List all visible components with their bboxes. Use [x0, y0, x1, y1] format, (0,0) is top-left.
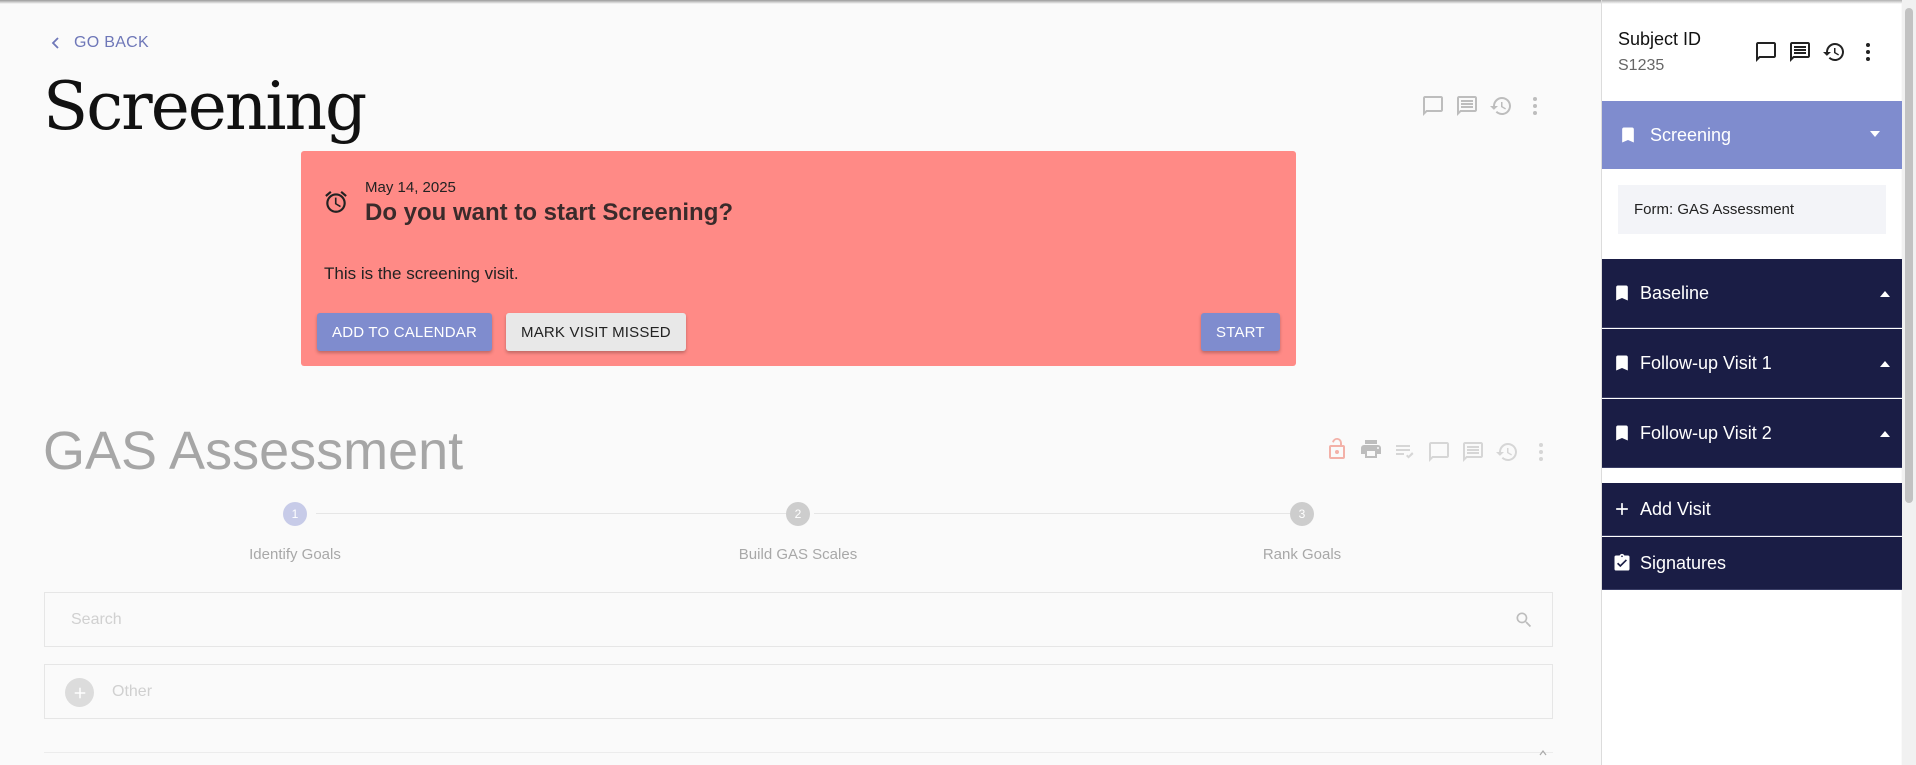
top-shadow	[0, 0, 1601, 4]
add-to-calendar-button[interactable]: ADD TO CALENDAR	[317, 313, 492, 351]
clipboard-check-icon	[1614, 553, 1630, 571]
subject-id-label: Subject ID	[1618, 29, 1702, 49]
step-1-label[interactable]: Identify Goals	[249, 546, 341, 563]
caret-up-icon[interactable]	[1880, 431, 1890, 437]
form-title: GAS Assessment	[43, 421, 464, 481]
comment-icon[interactable]	[1421, 94, 1445, 118]
visit-item-follow-up-1[interactable]: Follow-up Visit 1	[1602, 329, 1902, 398]
visit-item-baseline[interactable]: Baseline	[1602, 259, 1902, 328]
search-input[interactable]	[71, 608, 1471, 632]
visit-item-screening[interactable]: Screening	[1602, 101, 1902, 169]
visit-item-follow-up-2[interactable]: Follow-up Visit 2	[1602, 399, 1902, 468]
print-icon-wrap[interactable]	[1359, 437, 1383, 466]
more-vert-icon[interactable]	[1523, 94, 1547, 118]
history-icon[interactable]	[1495, 440, 1519, 464]
main-content: GO BACK Screening May 14, 2025 Do you wa…	[0, 0, 1601, 765]
bookmark-icon	[1616, 355, 1628, 371]
notes-icon[interactable]	[1455, 94, 1479, 118]
form-toolbar	[1325, 437, 1553, 466]
sidebar-scrollbar[interactable]	[1902, 0, 1916, 765]
visit-label: Screening	[1650, 125, 1732, 145]
go-back-label: GO BACK	[74, 34, 150, 51]
add-visit-button[interactable]: Add Visit	[1602, 483, 1902, 536]
start-button[interactable]: START	[1201, 313, 1280, 351]
plus-icon	[1616, 503, 1628, 515]
visit-label: Follow-up Visit 1	[1640, 353, 1772, 373]
step-2-circle[interactable]: 2	[786, 502, 810, 526]
more-vert-icon[interactable]	[1529, 440, 1553, 464]
bookmark-icon	[1622, 127, 1634, 143]
stepper-connector	[814, 513, 1290, 514]
subject-id-value: S1235	[1618, 57, 1665, 74]
stepper-connector	[316, 513, 786, 514]
start-visit-banner: May 14, 2025 Do you want to start Screen…	[301, 151, 1296, 366]
bookmark-icon	[1616, 425, 1628, 441]
bookmark-icon	[1616, 285, 1628, 301]
chevron-left-icon	[51, 37, 59, 49]
search-icon[interactable]	[1514, 610, 1534, 630]
more-vert-icon[interactable]	[1856, 40, 1880, 64]
subject-toolbar	[1754, 40, 1880, 64]
visit-date: May 14, 2025	[365, 179, 456, 196]
goal-search	[44, 592, 1553, 647]
notes-icon[interactable]	[1461, 440, 1485, 464]
add-visit-label: Add Visit	[1640, 499, 1711, 519]
add-circle-icon[interactable]	[65, 678, 94, 707]
visit-label: Follow-up Visit 2	[1640, 423, 1772, 443]
go-back-link[interactable]: GO BACK	[50, 34, 149, 52]
step-1-circle[interactable]: 1	[283, 502, 307, 526]
lock-open-icon	[1329, 437, 1345, 459]
form-item-gas-assessment[interactable]: Form: GAS Assessment	[1618, 185, 1886, 234]
caret-up-icon[interactable]	[1880, 291, 1890, 297]
comment-icon[interactable]	[1754, 40, 1778, 64]
sidebar-top-shadow	[1602, 0, 1902, 4]
lock-icon-wrap[interactable]	[1325, 437, 1349, 466]
visit-toolbar	[1421, 94, 1547, 118]
step-3-circle[interactable]: 3	[1290, 502, 1314, 526]
visit-sidebar: Subject ID S1235 Screening Form: GAS Ass…	[1601, 0, 1902, 765]
start-question: Do you want to start Screening?	[365, 199, 734, 226]
signatures-button[interactable]: Signatures	[1602, 537, 1902, 590]
history-icon[interactable]	[1822, 40, 1846, 64]
scroll-up-icon[interactable]	[1539, 749, 1547, 757]
notes-icon[interactable]	[1788, 40, 1812, 64]
caret-up-icon[interactable]	[1880, 361, 1890, 367]
visit-description: This is the screening visit.	[324, 264, 519, 283]
checklist-icon[interactable]	[1393, 440, 1417, 464]
mark-visit-missed-button[interactable]: MARK VISIT MISSED	[506, 313, 686, 351]
comment-icon[interactable]	[1427, 440, 1451, 464]
caret-down-icon[interactable]	[1870, 131, 1880, 137]
print-icon	[1361, 440, 1381, 458]
scrollbar-thumb[interactable]	[1905, 8, 1913, 503]
history-icon[interactable]	[1489, 94, 1513, 118]
page-title: Screening	[43, 68, 367, 145]
signatures-label: Signatures	[1640, 553, 1727, 573]
other-goal-row[interactable]: Other	[44, 664, 1553, 719]
visit-label: Baseline	[1640, 283, 1710, 303]
step-2-label[interactable]: Build GAS Scales	[739, 546, 857, 563]
other-label: Other	[112, 683, 153, 700]
step-3-label[interactable]: Rank Goals	[1263, 546, 1341, 563]
goal-list-panel	[44, 752, 1553, 765]
alarm-clock-icon	[325, 191, 347, 213]
